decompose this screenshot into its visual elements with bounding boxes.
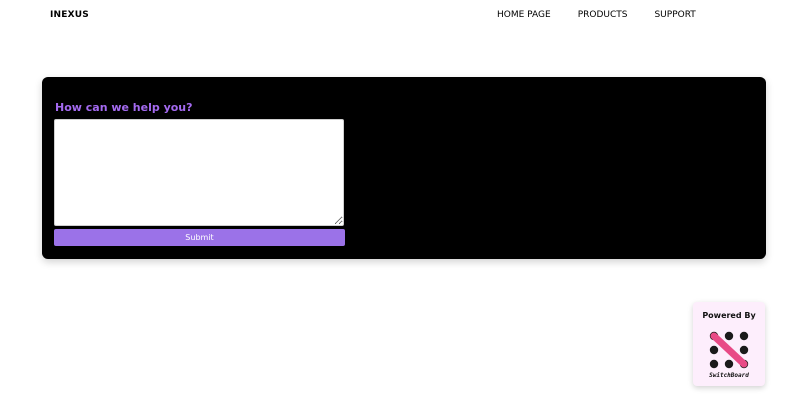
help-title: How can we help you? — [55, 101, 193, 114]
help-message-textarea[interactable] — [54, 119, 344, 226]
submit-button[interactable]: Submit — [54, 229, 345, 246]
nav-home-page[interactable]: HOME PAGE — [497, 10, 551, 20]
nav-support[interactable]: SUPPORT — [654, 10, 695, 20]
powered-by-label: Powered By — [702, 311, 756, 320]
logo-dot — [724, 359, 734, 369]
logo-dot — [739, 345, 749, 355]
logo-dot — [739, 331, 749, 341]
powered-by-badge[interactable]: Powered By SwitchBoard — [693, 302, 765, 386]
switchboard-logo-text: SwitchBoard — [709, 372, 749, 379]
logo-dot — [724, 331, 734, 341]
switchboard-logo-icon — [709, 331, 749, 369]
help-panel: How can we help you? Submit — [42, 77, 766, 259]
logo-slash — [710, 332, 748, 368]
page: INEXUS HOME PAGE PRODUCTS SUPPORT How ca… — [0, 0, 806, 403]
nav-products[interactable]: PRODUCTS — [578, 10, 628, 20]
brand-logo[interactable]: INEXUS — [50, 10, 89, 20]
logo-dot — [709, 359, 719, 369]
logo-dot — [709, 345, 719, 355]
top-nav: HOME PAGE PRODUCTS SUPPORT — [497, 10, 696, 20]
